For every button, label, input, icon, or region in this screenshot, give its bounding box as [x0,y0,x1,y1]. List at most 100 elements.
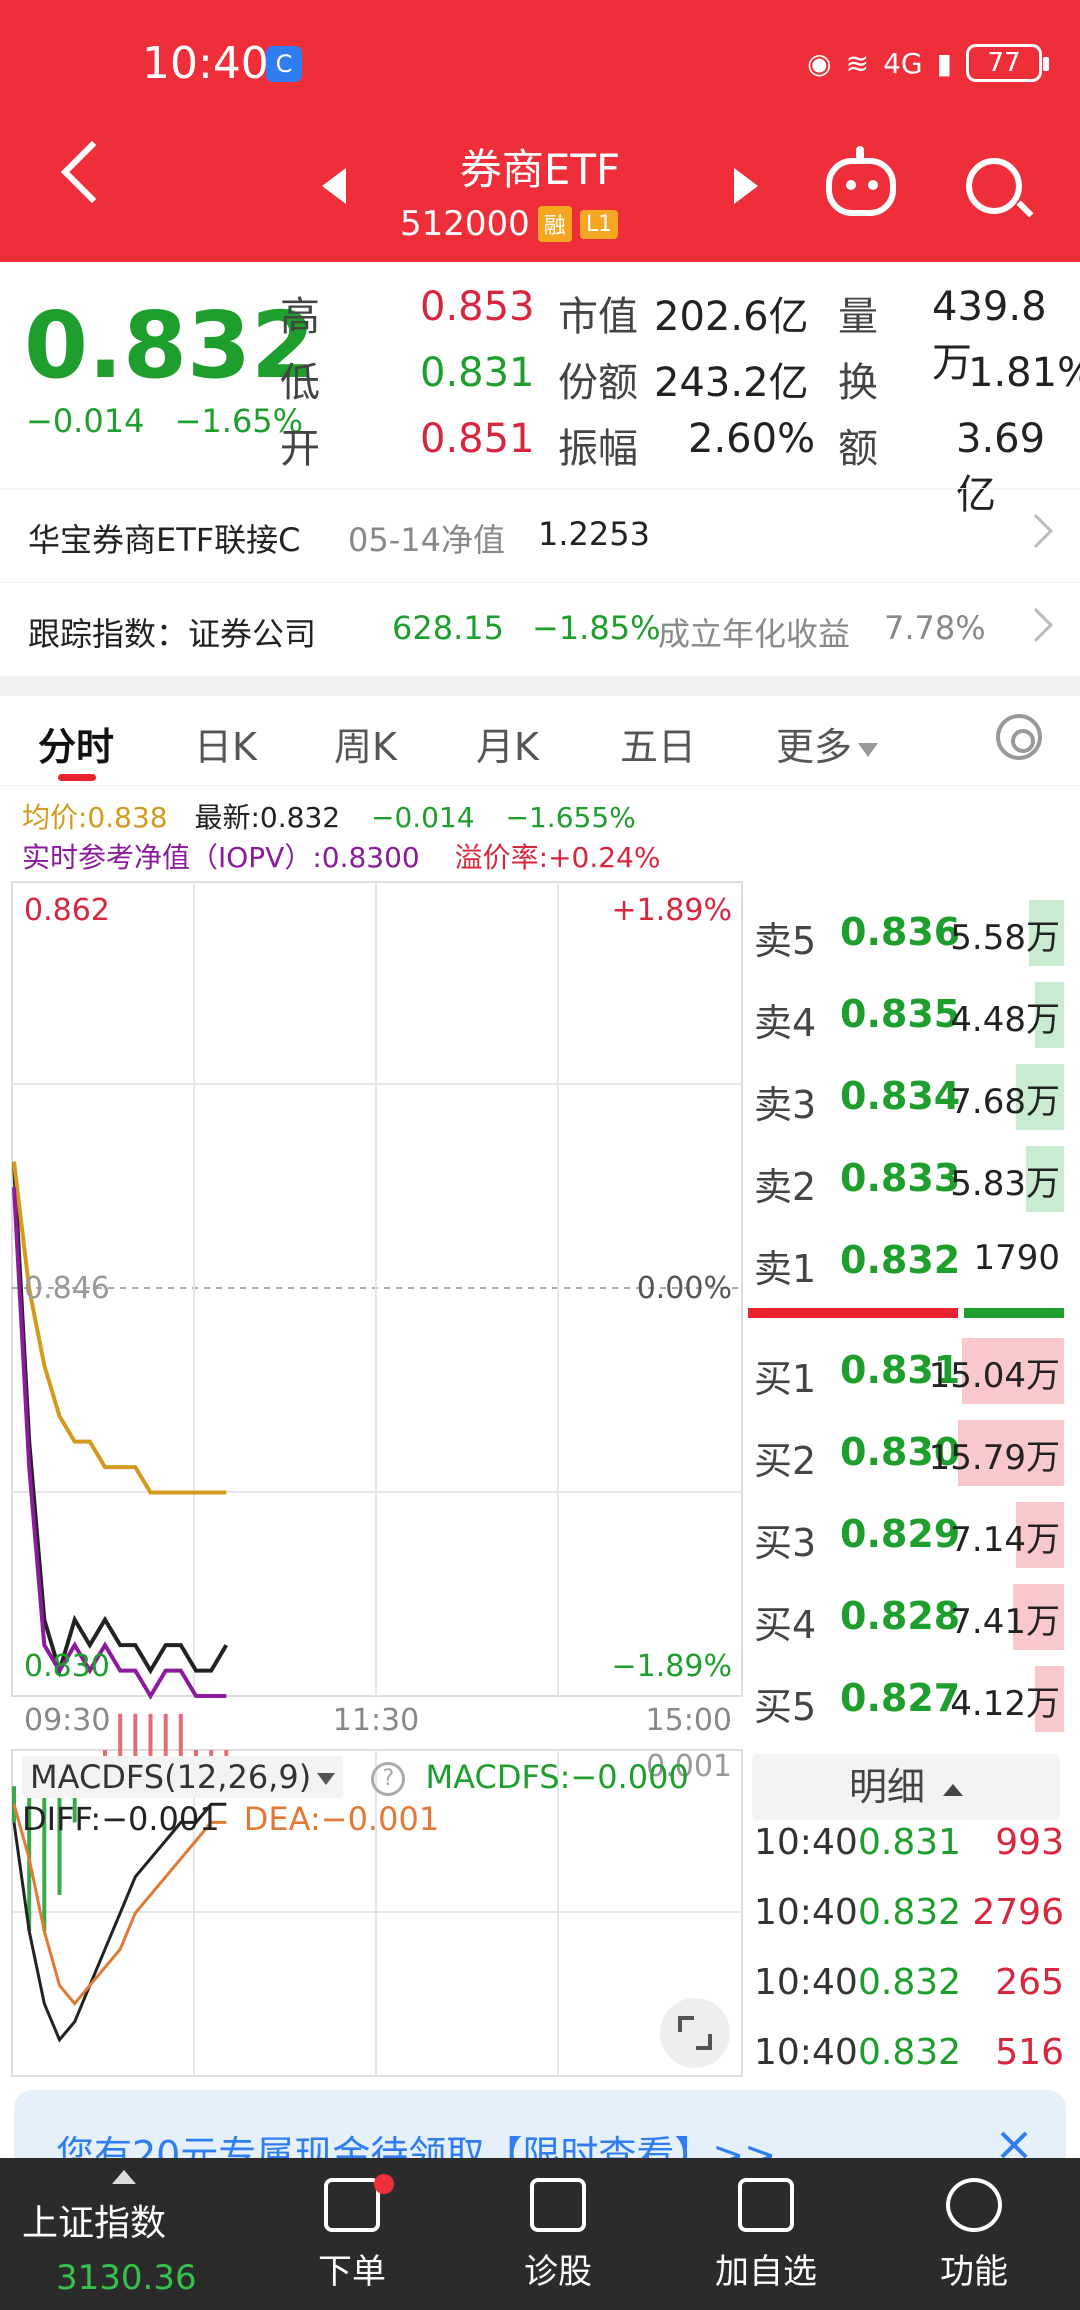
tracking-index-value: 628.15 [392,609,504,647]
linked-fund-row[interactable]: 华宝券商ETF联接C 05-14净值 1.2253 [0,488,1080,582]
index-value: 3130.36 [56,2258,197,2298]
annual-return-value: 7.78% [884,609,986,647]
level-label: 卖2 [754,1165,817,1209]
close-icon[interactable] [996,2128,1030,2162]
intraday-chart[interactable]: 0.862 0.846 0.830 +1.89% 0.00% −1.89% 09… [0,880,744,2080]
tab-five-day[interactable]: 五日 [620,716,696,771]
level-label: 买2 [754,1439,817,1483]
order-icon [324,2178,380,2232]
order-book-sell-row[interactable]: 卖3 0.834 7.68万 [744,1056,1064,1138]
level-volume: 7.14万 [950,1520,1060,1560]
trade-row: 10:40 0.832 2796 [754,1892,1064,1952]
trade-row: 10:40 0.831 993 [754,1822,1064,1882]
tab-intraday[interactable]: 分时 [38,716,114,771]
level-price: 0.829 [840,1512,961,1556]
eye-icon: ◉ [807,46,832,80]
shares-label: 份额 [558,360,638,406]
level-volume: 4.48万 [950,1000,1060,1040]
premium-legend: 溢价率:+0.24% [454,841,661,874]
stock-code-row: 512000 融 L1 [400,204,700,244]
x-axis-end-label: 15:00 [646,1703,732,1738]
trade-detail-label: 明细 [848,1765,925,1809]
nav-order[interactable]: 下单 [252,2158,452,2310]
search-icon[interactable] [966,158,1022,214]
tab-daily-k[interactable]: 日K [194,716,257,771]
next-stock-icon[interactable] [734,168,758,204]
index-name: 上证指数 [22,2203,167,2244]
low-label: 低 [280,360,320,406]
help-icon[interactable]: ? [371,1762,406,1796]
level-price: 0.832 [840,1238,961,1282]
order-book-sell-row[interactable]: 卖5 0.836 5.58万 [744,892,1064,974]
signal-icon: ▮ [936,46,952,80]
diff-value: DIFF:−0.001 [22,1800,220,1838]
battery-icon: 77 [966,44,1049,82]
diagnose-icon [530,2178,586,2232]
order-book-buy-row[interactable]: 买2 0.830 15.79万 [744,1412,1064,1494]
x-axis-mid-label: 11:30 [333,1703,419,1738]
chart-legend-2: 实时参考净值（IOPV）:0.8300 溢价率:+0.24% [22,836,661,876]
network-label: 4G [883,46,923,80]
turnover-value: 1.81% [968,350,1080,396]
avg-price-legend: 均价:0.838 [22,801,168,834]
macd-header: MACDFS(12,26,9) ? MACDFS:−0.000 [22,1756,689,1798]
trade-time: 10:40 [754,1892,858,1933]
order-book-buy-row[interactable]: 买1 0.831 15.04万 [744,1330,1064,1412]
add-icon [738,2178,794,2232]
chart-settings-icon[interactable] [996,714,1042,760]
expand-up-icon [112,2170,136,2184]
nav-add-watchlist[interactable]: 加自选 [666,2158,866,2310]
annual-return-label: 成立年化收益 [658,615,851,653]
notification-dot [374,2174,394,2194]
order-book-sell-row[interactable]: 卖4 0.835 4.48万 [744,974,1064,1056]
level-volume: 15.79万 [928,1438,1060,1478]
level-label: 买5 [754,1685,817,1729]
margin-tag: 融 [537,206,572,242]
trade-row: 10:40 0.832 516 [754,2032,1064,2092]
tracking-index-row[interactable]: 跟踪指数：证券公司 628.15 −1.85% 成立年化收益 7.78% [0,582,1080,676]
chart-legend-1: 均价:0.838 最新:0.832 −0.014 −1.655% [22,796,636,836]
macd-value: MACDFS:−0.000 [425,1758,689,1796]
order-book-buy-row[interactable]: 买4 0.828 7.41万 [744,1576,1064,1658]
nav-diagnose[interactable]: 诊股 [458,2158,658,2310]
shares-value: 243.2亿 [654,360,809,406]
chevron-right-icon [1019,514,1053,548]
tab-more[interactable]: 更多 [776,716,879,771]
tab-monthly-k[interactable]: 月K [476,716,539,771]
macd-indicator-select[interactable]: MACDFS(12,26,9) [22,1756,344,1798]
level-label: 买4 [754,1603,817,1647]
nav-index[interactable]: 上证指数 3130.36 [0,2158,200,2310]
chevron-up-icon [943,1783,963,1796]
level-volume: 5.58万 [950,918,1060,958]
robot-assistant-icon[interactable] [826,146,896,216]
order-book-sell-row[interactable]: 卖2 0.833 5.83万 [744,1138,1064,1220]
linked-fund-nav: 1.2253 [538,515,650,553]
trade-time: 10:40 [754,1822,858,1863]
level-label: 买1 [754,1357,817,1401]
tab-weekly-k[interactable]: 周K [334,716,397,771]
chart-grid [11,881,743,2077]
x-axis-start-label: 09:30 [24,1703,110,1738]
sell-ratio-bar [964,1308,1064,1318]
level-volume: 5.83万 [950,1164,1060,1204]
turnover-label: 换 [838,360,878,406]
order-book-buy-row[interactable]: 买3 0.829 7.14万 [744,1494,1064,1576]
nav-diagnose-label: 诊股 [524,2252,592,2292]
low-value: 0.831 [420,350,535,396]
fullscreen-icon[interactable] [660,1998,730,2068]
prev-stock-icon[interactable] [322,168,346,204]
mktcap-label: 市值 [558,294,638,340]
chevron-down-icon [317,1773,336,1785]
order-book-buy-row[interactable]: 买5 0.827 4.12万 [744,1658,1064,1740]
price-change: −0.014 −1.65% [26,402,323,440]
trade-price: 0.832 [858,1962,962,2003]
open-value: 0.851 [420,416,535,462]
level-volume: 4.12万 [950,1684,1060,1724]
volume-label: 量 [838,294,878,340]
back-icon[interactable] [60,140,124,204]
linked-fund-name: 华宝券商ETF联接C [28,521,301,559]
nav-functions[interactable]: 功能 [874,2158,1074,2310]
order-book-sell-row[interactable]: 卖1 0.832 1790 [744,1220,1064,1302]
trade-detail-header[interactable]: 明细 [752,1754,1060,1820]
chevron-right-icon [1019,608,1053,642]
